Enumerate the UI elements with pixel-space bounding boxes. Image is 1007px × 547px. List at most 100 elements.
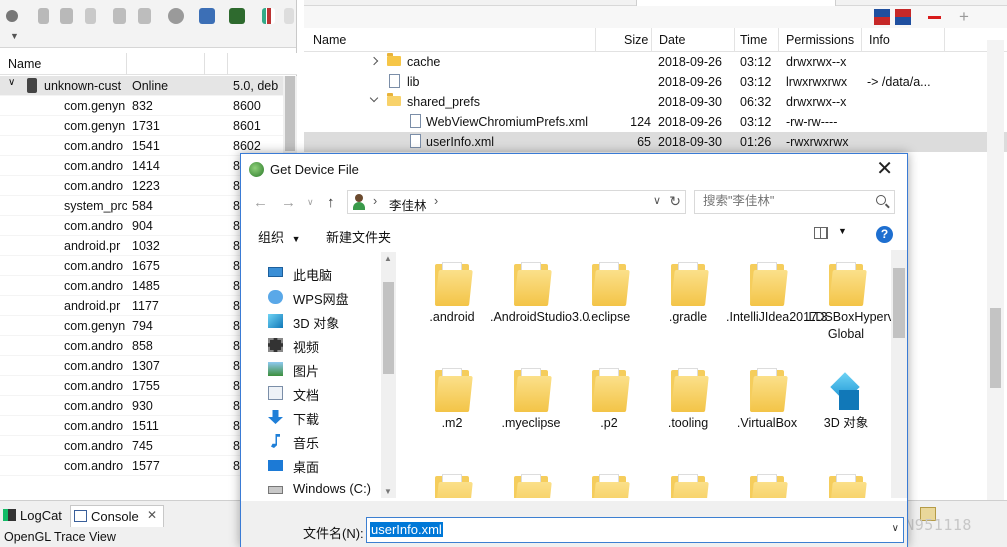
- folder-item[interactable]: .android: [411, 262, 493, 326]
- opengl-trace-view-title[interactable]: OpenGL Trace View: [4, 530, 116, 544]
- col-date[interactable]: Date: [659, 33, 685, 47]
- filename-field[interactable]: userInfo.xml ∨: [366, 517, 904, 543]
- process-name: com.genyn: [64, 99, 126, 113]
- content-scrollbar-thumb[interactable]: [893, 268, 905, 338]
- file-date: 2018-09-30: [658, 95, 722, 109]
- new-folder-button[interactable]: 新建文件夹: [326, 227, 391, 246]
- col-size[interactable]: Size: [624, 33, 648, 47]
- push-file-icon[interactable]: [895, 9, 911, 25]
- debug-icon[interactable]: [6, 10, 18, 22]
- help-button[interactable]: ?: [876, 226, 893, 243]
- breadcrumb-separator-icon[interactable]: ›: [373, 194, 377, 208]
- address-dropdown-icon[interactable]: ∨: [653, 194, 661, 207]
- search-box[interactable]: [694, 190, 895, 214]
- folder-item[interactable]: .gradle: [647, 262, 729, 326]
- process-pid: 1032: [132, 239, 160, 253]
- device-row[interactable]: ∨ unknown-cust Online 5.0, deb: [0, 76, 297, 96]
- file-explorer-scrollbar[interactable]: [987, 40, 1004, 500]
- folder-item-partial[interactable]: [647, 474, 729, 498]
- pull-file-icon[interactable]: [874, 9, 890, 25]
- folder-item[interactable]: .eclipse: [568, 262, 650, 326]
- folder-item[interactable]: .p2: [568, 368, 650, 432]
- stop-process-icon[interactable]: [168, 8, 184, 24]
- navigation-scrollbar[interactable]: ▲ ▼: [381, 252, 396, 498]
- col-name[interactable]: Name: [8, 57, 41, 71]
- col-permissions[interactable]: Permissions: [786, 33, 854, 47]
- delete-icon[interactable]: [928, 16, 941, 19]
- folder-item-partial[interactable]: [726, 474, 808, 498]
- back-arrow-icon[interactable]: ←: [253, 194, 268, 211]
- process-row[interactable]: com.genyn 832 8600: [0, 96, 297, 116]
- navigation-scrollbar-thumb[interactable]: [383, 282, 394, 374]
- recent-dropdown-icon[interactable]: ∨: [307, 197, 314, 208]
- folder-item[interactable]: .VirtualBox: [726, 368, 808, 432]
- filename-value[interactable]: userInfo.xml: [370, 522, 443, 537]
- collapse-icon[interactable]: ∨: [8, 77, 15, 88]
- folder-item-partial[interactable]: [805, 474, 887, 498]
- start-profiling-icon[interactable]: [138, 8, 151, 24]
- file-row-userinfo[interactable]: userInfo.xml 65 2018-09-30 01:26 -rwxrwx…: [304, 132, 1007, 152]
- expand-icon[interactable]: [369, 56, 379, 66]
- process-pid: 904: [132, 219, 153, 233]
- col-file-name[interactable]: Name: [313, 33, 346, 47]
- process-name: com.andro: [64, 259, 124, 273]
- scroll-up-icon[interactable]: ▲: [384, 254, 392, 263]
- refresh-icon[interactable]: ↻: [669, 193, 681, 210]
- folder-item[interactable]: .tooling: [647, 368, 729, 432]
- view-menu-icon[interactable]: ▼: [10, 31, 19, 41]
- file-explorer-toolbar: +: [304, 6, 1007, 28]
- process-pid: 832: [132, 99, 153, 113]
- search-icon[interactable]: [876, 195, 886, 205]
- folder-item[interactable]: .m2: [411, 368, 493, 432]
- tab-console[interactable]: Console ✕: [70, 505, 164, 527]
- file-explorer-scrollbar-thumb[interactable]: [990, 308, 1001, 388]
- folder-item-partial[interactable]: [411, 474, 493, 498]
- devices-scrollbar-thumb[interactable]: [285, 76, 295, 151]
- dump-hprof-icon[interactable]: [60, 8, 73, 24]
- collapse-icon[interactable]: [369, 93, 379, 103]
- up-arrow-icon[interactable]: ↑: [327, 194, 335, 211]
- pictures-icon: [268, 362, 283, 376]
- file-row-shared-prefs[interactable]: shared_prefs 2018-09-30 06:32 drwxrwx--x: [304, 92, 1007, 112]
- address-bar[interactable]: › 李佳林 › ∨ ↻: [347, 190, 686, 214]
- file-icon: [389, 74, 400, 88]
- file-row-webview-prefs[interactable]: WebViewChromiumPrefs.xml 124 2018-09-26 …: [304, 112, 1007, 132]
- filename-dropdown-icon[interactable]: ∨: [892, 523, 899, 534]
- breadcrumb-separator-icon[interactable]: ›: [434, 194, 438, 208]
- forward-arrow-icon[interactable]: →: [281, 194, 296, 211]
- process-name: com.andro: [64, 439, 124, 453]
- close-icon[interactable]: ✕: [876, 159, 893, 179]
- update-threads-icon[interactable]: [113, 8, 126, 24]
- process-row[interactable]: com.genyn 1731 8601: [0, 116, 297, 136]
- scroll-down-icon[interactable]: ▼: [384, 487, 392, 496]
- close-tab-icon[interactable]: ✕: [147, 508, 157, 522]
- col-info[interactable]: Info: [869, 33, 890, 47]
- folder-item-partial[interactable]: [490, 474, 572, 498]
- folder-icon: [671, 474, 709, 498]
- file-row-cache[interactable]: cache 2018-09-26 03:12 drwxrwx--x: [304, 52, 1007, 72]
- new-folder-icon[interactable]: +: [959, 8, 969, 25]
- update-heap-icon[interactable]: [38, 8, 49, 24]
- search-input[interactable]: [703, 194, 873, 208]
- organize-button[interactable]: 组织 ▼: [258, 227, 301, 246]
- dump-view-icon[interactable]: [229, 8, 245, 24]
- folder-item[interactable]: 3D 对象: [805, 368, 887, 432]
- phone-icon: [27, 78, 37, 93]
- breadcrumb-current[interactable]: 李佳林: [389, 195, 427, 214]
- systrace-icon[interactable]: [262, 8, 275, 24]
- file-permissions: -rw-rw----: [786, 115, 838, 129]
- folder-item[interactable]: .AndroidStudio3.0: [490, 262, 589, 326]
- folder-item-partial[interactable]: [568, 474, 650, 498]
- folder-item[interactable]: .IntelliJIdea2017.3: [726, 262, 827, 326]
- folder-item[interactable]: .LDSBoxHypervisor Global: [805, 262, 891, 343]
- filename-label: 文件名(N):: [303, 526, 364, 541]
- file-row-lib[interactable]: lib 2018-09-26 03:12 lrwxrwxrwx -> /data…: [304, 72, 1007, 92]
- opengl-trace-icon[interactable]: [284, 8, 294, 24]
- col-time[interactable]: Time: [740, 33, 767, 47]
- folder-item[interactable]: .myeclipse: [490, 368, 572, 432]
- tab-logcat[interactable]: LogCat: [0, 505, 68, 527]
- screen-capture-icon[interactable]: [199, 8, 215, 24]
- view-options-button[interactable]: ▼: [814, 225, 850, 243]
- gc-icon[interactable]: [85, 8, 96, 24]
- content-scrollbar[interactable]: [891, 250, 907, 498]
